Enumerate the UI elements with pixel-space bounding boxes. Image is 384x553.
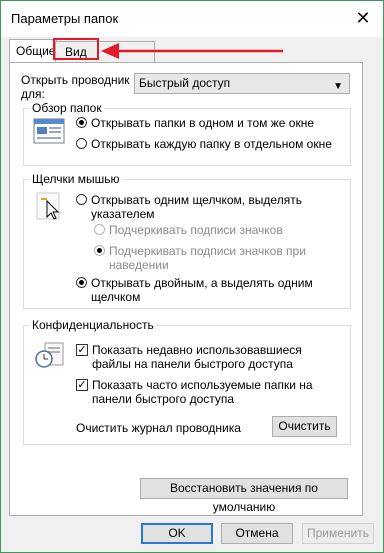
double-click-option[interactable]: Открывать двойным, а выделять одним щелч…: [76, 276, 316, 304]
show-recent-files-option[interactable]: ✓ Показать недавно использовавшиеся файл…: [76, 343, 341, 371]
chevron-down-icon: ▼: [333, 81, 343, 92]
show-recent-files-label: Показать недавно использовавшиеся файлы …: [92, 343, 302, 371]
close-icon[interactable]: ✕: [353, 7, 373, 29]
underline-always-option[interactable]: Подчеркивать подписи значков: [94, 223, 334, 237]
mouse-cursor-icon: [36, 192, 60, 220]
open-explorer-value: Быстрый доступ: [139, 76, 231, 90]
arrow-pointer-icon: [101, 43, 283, 59]
radio-button[interactable]: [76, 138, 87, 149]
highlight-frame: [53, 38, 99, 60]
double-click-label: Открывать двойным, а выделять одним щелч…: [91, 276, 313, 304]
open-new-window-option[interactable]: Открывать каждую папку в отдельном окне: [76, 137, 332, 151]
browse-folders-title: Обзор папок: [30, 101, 104, 115]
show-frequent-folders-label: Показать часто используемые папки на пан…: [92, 378, 313, 406]
open-same-window-label: Открывать папки в одном и том же окне: [91, 116, 314, 130]
window-title: Параметры папок: [11, 11, 119, 26]
single-click-option[interactable]: Открывать одним щелчком, выделять указат…: [76, 193, 316, 221]
single-click-label: Открывать одним щелчком, выделять указат…: [91, 193, 302, 221]
mouse-clicks-title: Щелчки мышью: [30, 172, 122, 186]
radio-button[interactable]: [94, 245, 105, 256]
radio-button[interactable]: [76, 277, 87, 288]
radio-button[interactable]: [76, 194, 87, 205]
ok-button[interactable]: OK: [141, 523, 213, 544]
checkbox[interactable]: ✓: [76, 379, 88, 391]
folder-window-icon: [33, 118, 65, 144]
open-new-window-label: Открывать каждую папку в отдельном окне: [91, 137, 332, 151]
open-explorer-select[interactable]: Быстрый доступ ▼: [134, 73, 350, 94]
folder-options-window: Параметры папок ✕ Общие Вид Открыть пров…: [0, 0, 384, 553]
privacy-clock-icon: [35, 342, 64, 368]
radio-button[interactable]: [94, 224, 105, 235]
show-frequent-folders-option[interactable]: ✓ Показать часто используемые папки на п…: [76, 378, 341, 406]
open-explorer-label: Открыть проводник для:: [21, 73, 130, 101]
cancel-button[interactable]: Отмена: [221, 523, 293, 544]
title-bar: Параметры папок ✕: [1, 1, 383, 37]
clear-history-label: Очистить журнал проводника: [76, 421, 241, 435]
clear-history-button[interactable]: Очистить: [272, 416, 337, 437]
checkbox[interactable]: ✓: [76, 344, 88, 356]
privacy-title: Конфиденциальность: [30, 318, 156, 332]
underline-hover-label: Подчеркивать подписи значков при наведен…: [109, 244, 306, 272]
underline-always-label: Подчеркивать подписи значков: [109, 223, 283, 237]
open-same-window-option[interactable]: Открывать папки в одном и том же окне: [76, 116, 314, 130]
radio-button[interactable]: [76, 117, 87, 128]
apply-button[interactable]: Применить: [302, 523, 374, 544]
underline-hover-option[interactable]: Подчеркивать подписи значков при наведен…: [94, 244, 314, 272]
restore-defaults-button[interactable]: Восстановить значения по умолчанию: [140, 478, 348, 514]
tab-general[interactable]: Общие: [9, 39, 57, 62]
